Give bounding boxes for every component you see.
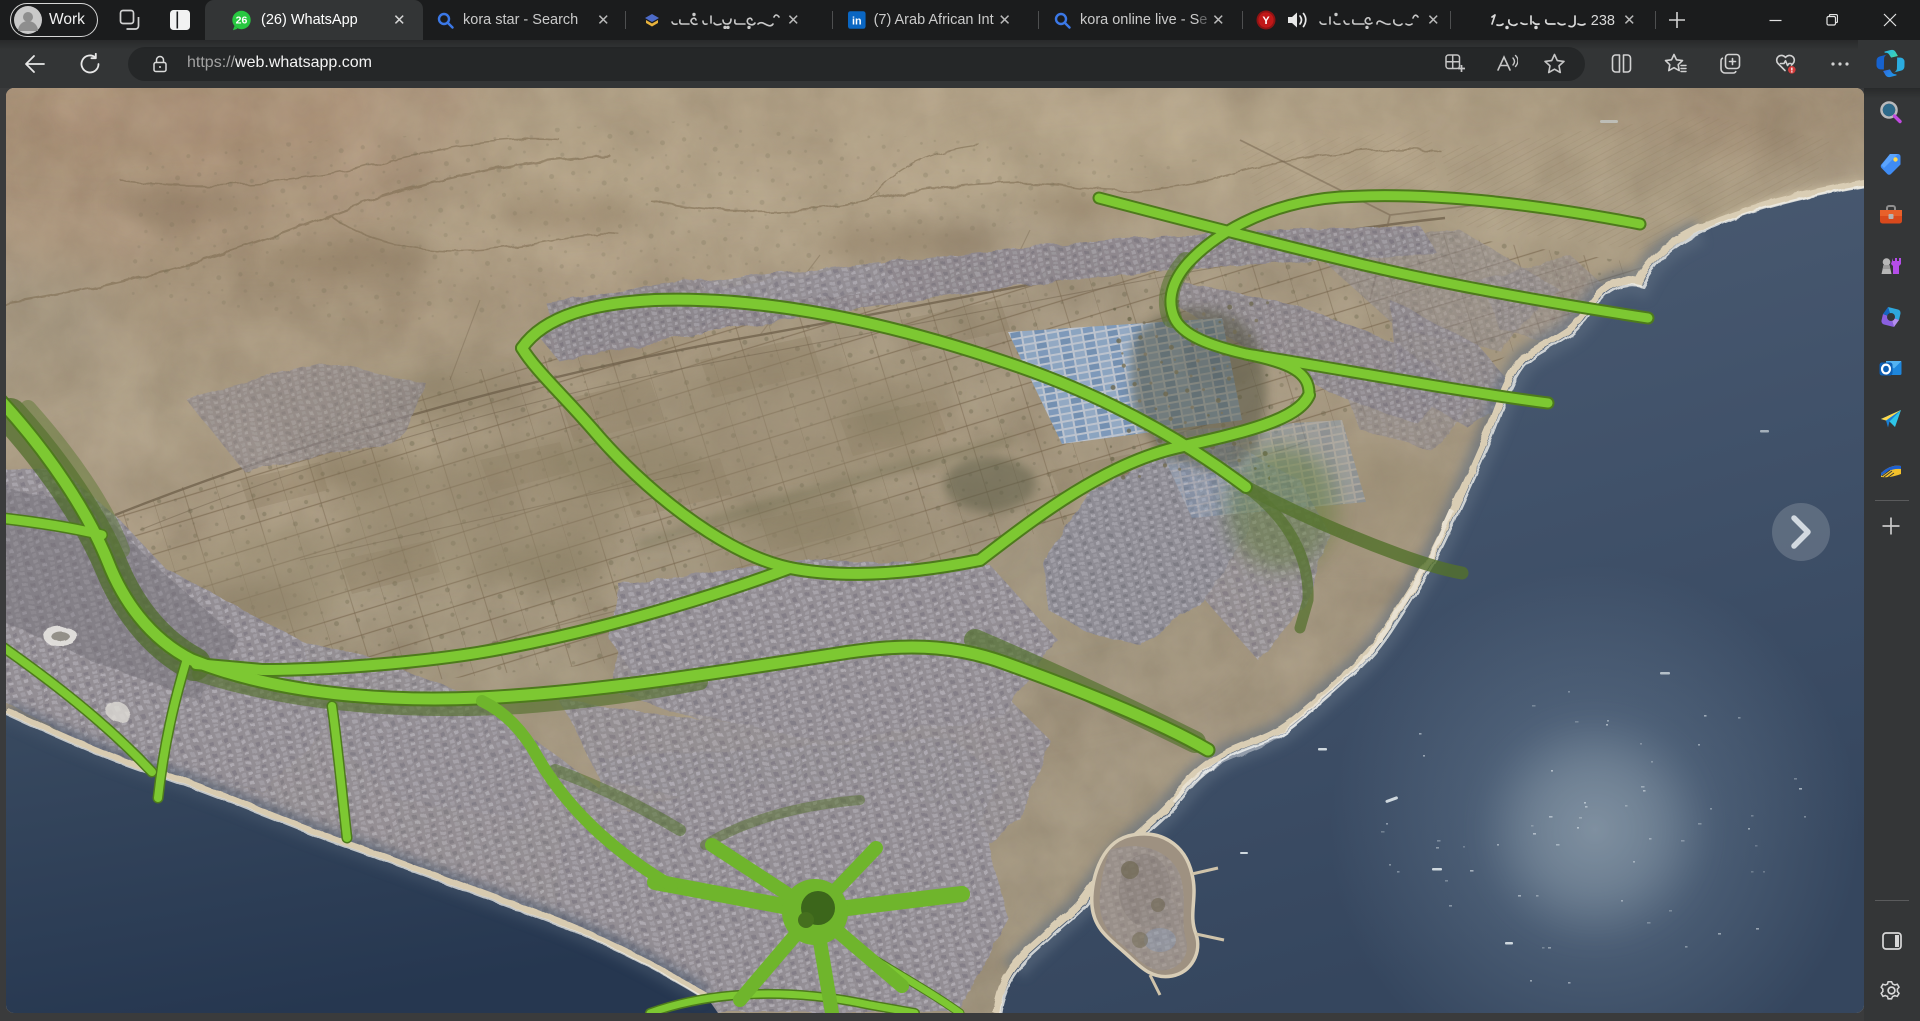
- svg-text:238: 238: [1591, 13, 1615, 29]
- svg-text:Y: Y: [1262, 15, 1270, 27]
- svg-text:in: in: [852, 15, 862, 27]
- svg-text:26: 26: [236, 14, 248, 26]
